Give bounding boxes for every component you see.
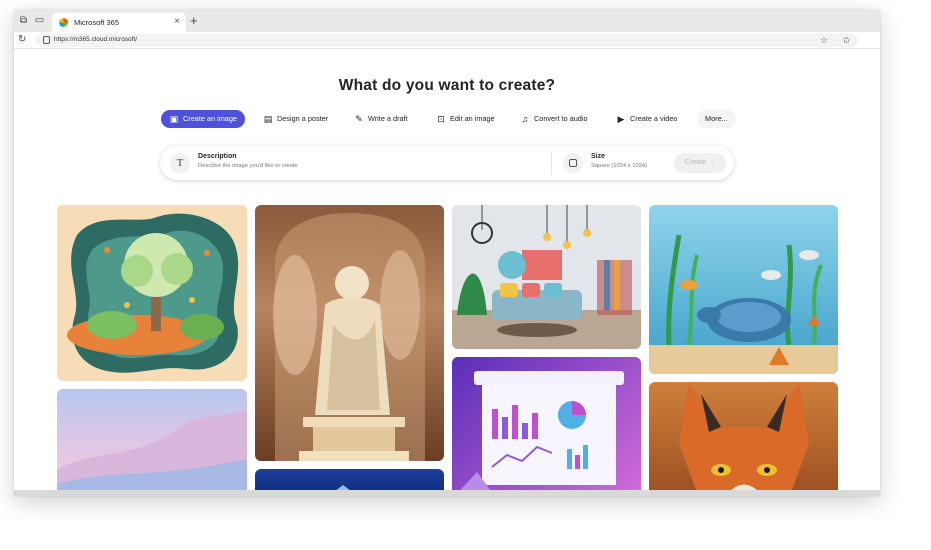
gallery-paper-art-tree-image[interactable] xyxy=(57,205,247,381)
gallery-classical-statue-image[interactable] xyxy=(255,205,444,461)
lock-icon xyxy=(43,36,50,44)
workspaces-icon[interactable]: ⧉ xyxy=(18,15,29,26)
chip-label: Create an image xyxy=(183,114,237,123)
vertical-tabs-icon[interactable]: ▭ xyxy=(34,15,45,26)
chip-create-a-video[interactable]: ▶ Create a video xyxy=(608,110,685,128)
square-size-icon[interactable] xyxy=(563,153,583,173)
gallery-living-room-interior-image[interactable] xyxy=(452,205,641,349)
create-button[interactable]: Create → xyxy=(674,153,726,173)
arrow-right-icon: → xyxy=(707,159,715,166)
size-dropdown[interactable]: Square (1024 x 1024) xyxy=(591,163,647,169)
size-label: Size xyxy=(591,153,606,160)
tab-bar: ⧉ ▭ Microsoft 365 × + xyxy=(14,10,880,32)
prompt-box: T Description Describe the image you'd l… xyxy=(160,146,734,180)
chip-write-a-draft[interactable]: ✎ Write a draft xyxy=(346,110,416,128)
landscape-icon xyxy=(57,409,247,496)
gallery-analytics-dashboard-image[interactable] xyxy=(452,357,641,496)
chip-label: More... xyxy=(705,114,728,123)
microsoft-365-favicon-icon xyxy=(59,18,68,27)
image-icon: ▣ xyxy=(169,114,179,124)
dashboard-icon xyxy=(454,371,624,496)
favorites-icon[interactable]: ☆ xyxy=(820,35,828,46)
tab-title: Microsoft 365 xyxy=(74,18,120,27)
url-field[interactable]: https://m365.cloud.microsoft/ ☆ ✩ xyxy=(36,34,858,47)
chip-create-an-image[interactable]: ▣ Create an image xyxy=(161,110,245,128)
living-room-icon xyxy=(452,205,641,349)
chip-more[interactable]: More... xyxy=(697,110,736,128)
description-input[interactable]: Describe the image you'd like to create xyxy=(198,163,298,169)
gallery-pastel-landscape-image[interactable] xyxy=(57,389,247,496)
close-tab-icon[interactable]: × xyxy=(174,16,180,27)
chip-label: Create a video xyxy=(630,114,678,123)
new-tab-icon[interactable]: + xyxy=(190,13,198,28)
underwater-scene-icon xyxy=(649,234,838,374)
chip-label: Edit an image xyxy=(450,114,495,123)
chip-label: Design a poster xyxy=(277,114,329,123)
url-text: https://m365.cloud.microsoft/ xyxy=(54,36,138,43)
chip-label: Write a draft xyxy=(368,114,408,123)
gallery-underwater-turtle-image[interactable] xyxy=(649,205,838,374)
browser-window: ⧉ ▭ Microsoft 365 × + ↻ https://m365.clo… xyxy=(14,10,880,496)
description-label: Description xyxy=(198,153,237,160)
edit-image-icon: ⊡ xyxy=(437,114,445,124)
fox-icon xyxy=(679,382,809,496)
page-title: What do you want to create? xyxy=(338,77,556,94)
active-tab[interactable]: Microsoft 365 × xyxy=(52,13,186,32)
text-icon: T xyxy=(170,153,190,173)
paper-art-tree-icon xyxy=(67,213,239,373)
chip-convert-to-audio[interactable]: ♫ Convert to audio xyxy=(512,110,596,128)
collections-icon[interactable]: ✩ xyxy=(842,35,850,46)
video-icon: ▶ xyxy=(617,114,625,124)
refresh-icon[interactable]: ↻ xyxy=(18,34,26,45)
divider xyxy=(551,151,552,175)
statue-icon xyxy=(273,213,425,461)
headphones-icon: ♫ xyxy=(521,114,529,124)
gallery-red-fox-image[interactable] xyxy=(649,382,838,496)
create-label: Create xyxy=(685,159,707,166)
poster-icon: ▤ xyxy=(263,114,273,124)
chip-label: Convert to audio xyxy=(534,114,588,123)
chip-edit-an-image[interactable]: ⊡ Edit an image xyxy=(428,110,503,128)
bottom-scroll-edge xyxy=(14,490,880,496)
address-bar: ↻ https://m365.cloud.microsoft/ ☆ ✩ xyxy=(14,32,880,49)
pen-icon: ✎ xyxy=(355,114,363,124)
chip-design-a-poster[interactable]: ▤ Design a poster xyxy=(255,110,336,128)
